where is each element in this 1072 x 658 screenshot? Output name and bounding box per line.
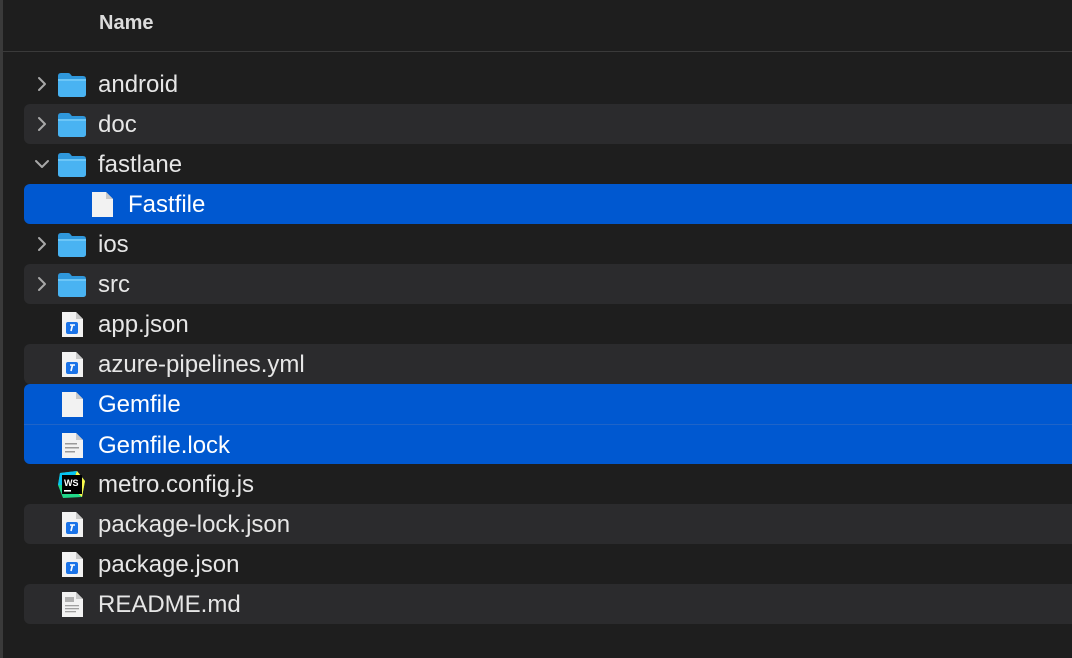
chevron-right-icon[interactable] — [34, 116, 50, 132]
file-row[interactable]: Gemfile.lock — [24, 424, 1072, 464]
json-document-icon — [57, 311, 87, 338]
window-edge — [0, 0, 3, 658]
file-name-label: src — [98, 271, 130, 298]
folder-row[interactable]: doc — [24, 104, 1072, 144]
folder-icon — [57, 151, 87, 178]
file-name-label: Gemfile — [98, 391, 181, 418]
folder-row[interactable]: android — [24, 64, 1072, 104]
webstorm-icon: WS — [57, 471, 87, 498]
json-document-icon — [57, 551, 87, 578]
folder-row[interactable]: ios — [24, 224, 1072, 264]
json-document-icon — [57, 351, 87, 378]
file-name-label: android — [98, 71, 179, 98]
folder-icon — [57, 71, 87, 98]
file-name-label: doc — [98, 111, 137, 138]
file-name-label: package.json — [98, 551, 240, 578]
file-name-label: fastlane — [98, 151, 183, 178]
file-row[interactable]: README.md — [24, 584, 1072, 624]
folder-row[interactable]: src — [24, 264, 1072, 304]
file-name-label: ios — [98, 231, 129, 258]
column-header: Name — [3, 0, 1072, 52]
chevron-right-icon[interactable] — [34, 76, 50, 92]
file-row[interactable]: WS metro.config.js — [24, 464, 1072, 504]
file-list: android doc fastlane Fastfile ios src ap… — [24, 64, 1072, 624]
folder-icon — [57, 111, 87, 138]
file-name-label: app.json — [98, 311, 189, 338]
file-row[interactable]: Gemfile — [24, 384, 1072, 424]
file-name-label: metro.config.js — [98, 471, 255, 498]
file-row[interactable]: Fastfile — [24, 184, 1072, 224]
blank-document-icon — [57, 391, 87, 418]
chevron-right-icon[interactable] — [34, 276, 50, 292]
blank-document-icon — [87, 191, 117, 218]
file-name-label: Fastfile — [128, 191, 206, 218]
json-document-icon — [57, 511, 87, 538]
file-name-label: azure-pipelines.yml — [98, 351, 305, 378]
chevron-down-icon[interactable] — [34, 156, 50, 172]
folder-row[interactable]: fastlane — [24, 144, 1072, 184]
file-row[interactable]: package-lock.json — [24, 504, 1072, 544]
file-row[interactable]: azure-pipelines.yml — [24, 344, 1072, 384]
name-column-header[interactable]: Name — [99, 12, 153, 35]
file-name-label: package-lock.json — [98, 511, 291, 538]
svg-text:WS: WS — [64, 478, 79, 488]
file-row[interactable]: package.json — [24, 544, 1072, 584]
file-name-label: README.md — [98, 591, 241, 618]
file-name-label: Gemfile.lock — [98, 432, 231, 459]
folder-icon — [57, 231, 87, 258]
file-row[interactable]: app.json — [24, 304, 1072, 344]
finder-list-view: Name android doc fastlane Fastfile ios s… — [0, 0, 1072, 658]
markdown-document-icon — [57, 591, 87, 618]
text-document-icon — [57, 432, 87, 459]
folder-icon — [57, 271, 87, 298]
chevron-right-icon[interactable] — [34, 236, 50, 252]
